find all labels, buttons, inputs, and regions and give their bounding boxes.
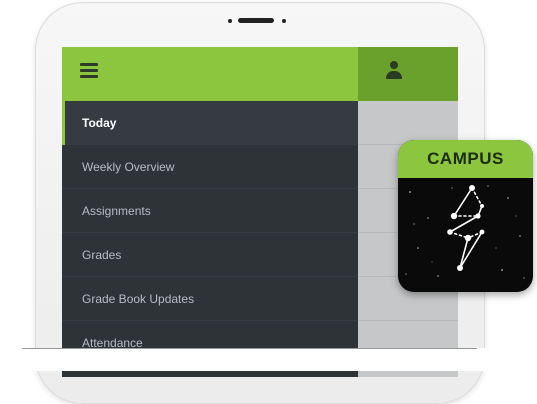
nav-item-label: Assignments (82, 203, 151, 218)
bottom-baseline (0, 348, 537, 371)
nav-item-label: Grade Book Updates (82, 291, 195, 306)
nav-item-grade-book-updates[interactable]: Grade Book Updates (62, 277, 358, 321)
user-icon[interactable] (384, 61, 404, 83)
nav-item-today[interactable]: Today (62, 101, 358, 145)
phone-speaker (224, 17, 294, 27)
header-user-area (358, 47, 458, 101)
navigation-drawer: Today Weekly Overview Assignments Grades… (62, 101, 358, 377)
hamburger-menu-icon[interactable] (80, 63, 98, 79)
nav-item-assignments[interactable]: Assignments (62, 189, 358, 233)
nav-item-label: Today (82, 115, 117, 130)
nav-item-grades[interactable]: Grades (62, 233, 358, 277)
camera-dot (228, 19, 232, 23)
nav-item-weekly-overview[interactable]: Weekly Overview (62, 145, 358, 189)
campus-app-icon: CAMPUS (398, 140, 533, 292)
constellation-logo-icon (405, 185, 525, 279)
divider-line (22, 348, 477, 349)
nav-item-label: Grades (82, 247, 122, 262)
sensor-dot (282, 19, 286, 23)
nav-item-label: Weekly Overview (82, 159, 175, 174)
app-icon-label: CAMPUS (398, 140, 533, 178)
speaker-grille (238, 18, 274, 23)
